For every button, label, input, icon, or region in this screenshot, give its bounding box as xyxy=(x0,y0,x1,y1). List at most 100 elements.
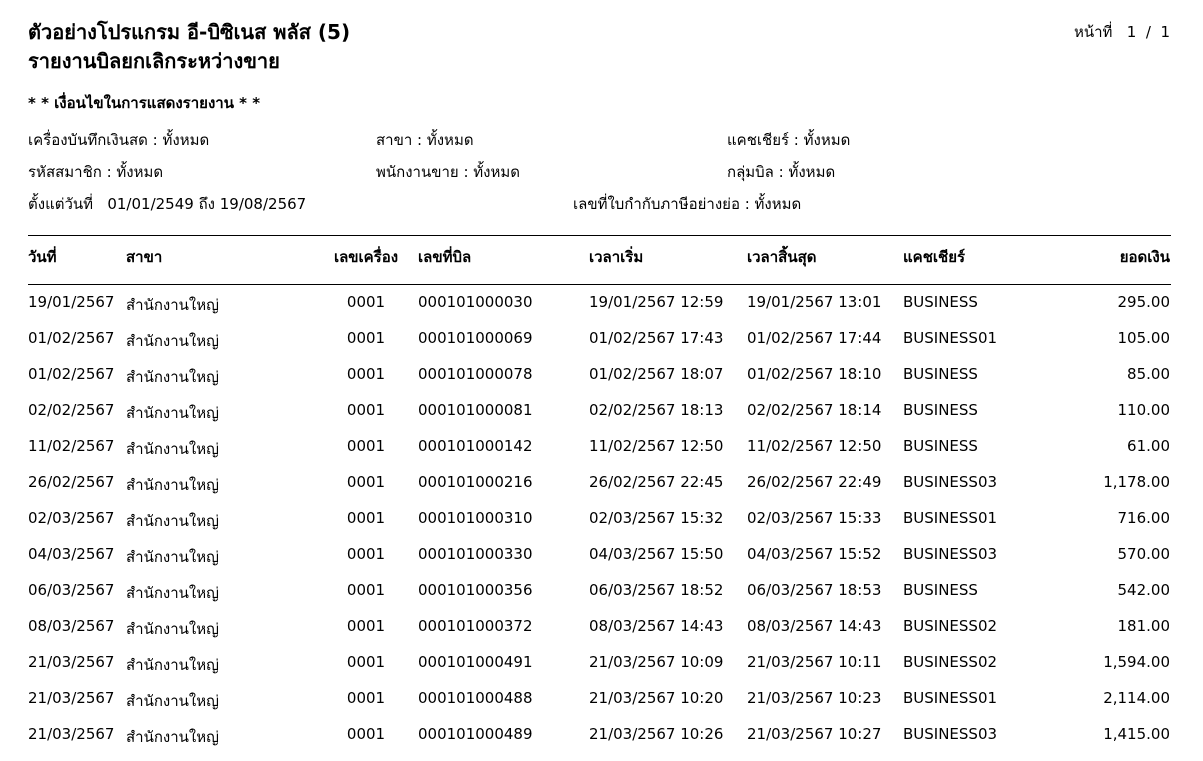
cell-cashier: BUSINESS02 xyxy=(903,653,998,671)
cell-start-time: 21/03/2567 10:20 xyxy=(589,689,724,707)
cell-branch: สำนักงานใหญ่ xyxy=(126,404,219,422)
cell-cashier: BUSINESS xyxy=(903,437,978,455)
cell-bill-no: 000101000030 xyxy=(418,293,533,311)
cell-amount: 295.00 xyxy=(1117,293,1171,311)
cell-cashier: BUSINESS02 xyxy=(903,617,998,635)
cell-machine: 0001 xyxy=(346,437,386,455)
cell-start-time: 26/02/2567 22:45 xyxy=(589,473,724,491)
cell-start-time: 19/01/2567 12:59 xyxy=(589,293,724,311)
table-row: 26/02/2567 สำนักงานใหญ่ 0001 00010100021… xyxy=(0,473,1203,509)
cell-date: 06/03/2567 xyxy=(28,581,115,599)
cell-start-time: 08/03/2567 14:43 xyxy=(589,617,724,635)
cell-start-time: 11/02/2567 12:50 xyxy=(589,437,724,455)
cell-start-time: 06/03/2567 18:52 xyxy=(589,581,724,599)
cell-start-time: 21/03/2567 10:09 xyxy=(589,653,724,671)
page-label: หน้าที่ xyxy=(1073,23,1113,41)
cell-bill-no: 000101000142 xyxy=(418,437,533,455)
header-date: วันที่ xyxy=(28,248,57,266)
cell-cashier: BUSINESS01 xyxy=(903,689,998,707)
cell-cashier: BUSINESS01 xyxy=(903,509,998,527)
cell-machine: 0001 xyxy=(346,365,386,383)
cell-end-time: 26/02/2567 22:49 xyxy=(747,473,882,491)
cell-end-time: 11/02/2567 12:50 xyxy=(747,437,882,455)
company-title: ตัวอย่างโปรแกรม อี-บิซิเนส พลัส (5) xyxy=(28,20,351,44)
cell-date: 19/01/2567 xyxy=(28,293,115,311)
header-branch: สาขา xyxy=(126,248,163,266)
cell-end-time: 21/03/2567 10:23 xyxy=(747,689,882,707)
cell-bill-no: 000101000216 xyxy=(418,473,533,491)
table-row: 21/03/2567 สำนักงานใหญ่ 0001 00010100048… xyxy=(0,689,1203,725)
cell-bill-no: 000101000081 xyxy=(418,401,533,419)
cell-start-time: 02/03/2567 15:32 xyxy=(589,509,724,527)
conditions-heading: * * เงื่อนไขในการแสดงรายงาน * * xyxy=(28,94,261,112)
cell-bill-no: 000101000330 xyxy=(418,545,533,563)
cell-cashier: BUSINESS03 xyxy=(903,725,998,743)
cell-branch: สำนักงานใหญ่ xyxy=(126,512,219,530)
cell-branch: สำนักงานใหญ่ xyxy=(126,692,219,710)
cell-end-time: 01/02/2567 17:44 xyxy=(747,329,882,347)
condition-member-code: รหัสสมาชิก : ทั้งหมด xyxy=(28,163,164,181)
page-separator: / xyxy=(1145,23,1151,41)
cell-branch: สำนักงานใหญ่ xyxy=(126,656,219,674)
table-top-rule xyxy=(28,235,1171,236)
cell-date: 08/03/2567 xyxy=(28,617,115,635)
table-row: 11/02/2567 สำนักงานใหญ่ 0001 00010100014… xyxy=(0,437,1203,473)
cell-machine: 0001 xyxy=(346,653,386,671)
cell-machine: 0001 xyxy=(346,329,386,347)
cell-amount: 542.00 xyxy=(1117,581,1171,599)
cell-cashier: BUSINESS xyxy=(903,293,978,311)
cell-branch: สำนักงานใหญ่ xyxy=(126,728,219,746)
table-row: 01/02/2567 สำนักงานใหญ่ 0001 00010100006… xyxy=(0,329,1203,365)
header-amount: ยอดเงิน xyxy=(1119,248,1170,266)
header-machine: เลขเครื่อง xyxy=(333,248,399,266)
cell-machine: 0001 xyxy=(346,725,386,743)
cell-date: 11/02/2567 xyxy=(28,437,115,455)
table-row: 02/03/2567 สำนักงานใหญ่ 0001 00010100031… xyxy=(0,509,1203,545)
cell-machine: 0001 xyxy=(346,401,386,419)
report-title: รายงานบิลยกเลิกระหว่างขาย xyxy=(28,49,280,73)
cell-bill-no: 000101000489 xyxy=(418,725,533,743)
cell-bill-no: 000101000069 xyxy=(418,329,533,347)
cell-end-time: 19/01/2567 13:01 xyxy=(747,293,882,311)
cell-start-time: 04/03/2567 15:50 xyxy=(589,545,724,563)
table-row: 19/01/2567 สำนักงานใหญ่ 0001 00010100003… xyxy=(0,293,1203,329)
cell-amount: 716.00 xyxy=(1117,509,1171,527)
cell-start-time: 02/02/2567 18:13 xyxy=(589,401,724,419)
table-row: 06/03/2567 สำนักงานใหญ่ 0001 00010100035… xyxy=(0,581,1203,617)
condition-cashier: แคชเชียร์ : ทั้งหมด xyxy=(727,131,851,149)
cell-machine: 0001 xyxy=(346,473,386,491)
cell-machine: 0001 xyxy=(346,545,386,563)
cell-amount: 105.00 xyxy=(1117,329,1171,347)
cell-end-time: 02/02/2567 18:14 xyxy=(747,401,882,419)
table-row: 21/03/2567 สำนักงานใหญ่ 0001 00010100049… xyxy=(0,653,1203,689)
cell-cashier: BUSINESS xyxy=(903,365,978,383)
condition-date-range: ตั้งแต่วันที่ 01/01/2549 ถึง 19/08/2567 xyxy=(28,195,307,213)
cell-bill-no: 000101000372 xyxy=(418,617,533,635)
cell-amount: 570.00 xyxy=(1117,545,1171,563)
page-indicator: หน้าที่ 1 / 1 xyxy=(1074,20,1170,44)
cell-branch: สำนักงานใหญ่ xyxy=(126,476,219,494)
cell-end-time: 02/03/2567 15:33 xyxy=(747,509,882,527)
header-cashier: แคชเชียร์ xyxy=(903,248,966,266)
page-total: 1 xyxy=(1160,23,1170,41)
cell-amount: 1,594.00 xyxy=(1103,653,1170,671)
cell-date: 01/02/2567 xyxy=(28,329,115,347)
cell-bill-no: 000101000491 xyxy=(418,653,533,671)
cell-date: 02/02/2567 xyxy=(28,401,115,419)
cell-end-time: 08/03/2567 14:43 xyxy=(747,617,882,635)
cell-cashier: BUSINESS03 xyxy=(903,473,998,491)
cell-branch: สำนักงานใหญ่ xyxy=(126,584,219,602)
cell-end-time: 04/03/2567 15:52 xyxy=(747,545,882,563)
cell-date: 26/02/2567 xyxy=(28,473,115,491)
cell-date: 21/03/2567 xyxy=(28,689,115,707)
cell-machine: 0001 xyxy=(346,617,386,635)
cell-branch: สำนักงานใหญ่ xyxy=(126,620,219,638)
table-row: 08/03/2567 สำนักงานใหญ่ 0001 00010100037… xyxy=(0,617,1203,653)
cell-start-time: 01/02/2567 18:07 xyxy=(589,365,724,383)
cell-branch: สำนักงานใหญ่ xyxy=(126,296,219,314)
cell-cashier: BUSINESS xyxy=(903,401,978,419)
cell-start-time: 21/03/2567 10:26 xyxy=(589,725,724,743)
header-end-time: เวลาสิ้นสุด xyxy=(747,248,817,266)
cell-branch: สำนักงานใหญ่ xyxy=(126,368,219,386)
cell-bill-no: 000101000488 xyxy=(418,689,533,707)
